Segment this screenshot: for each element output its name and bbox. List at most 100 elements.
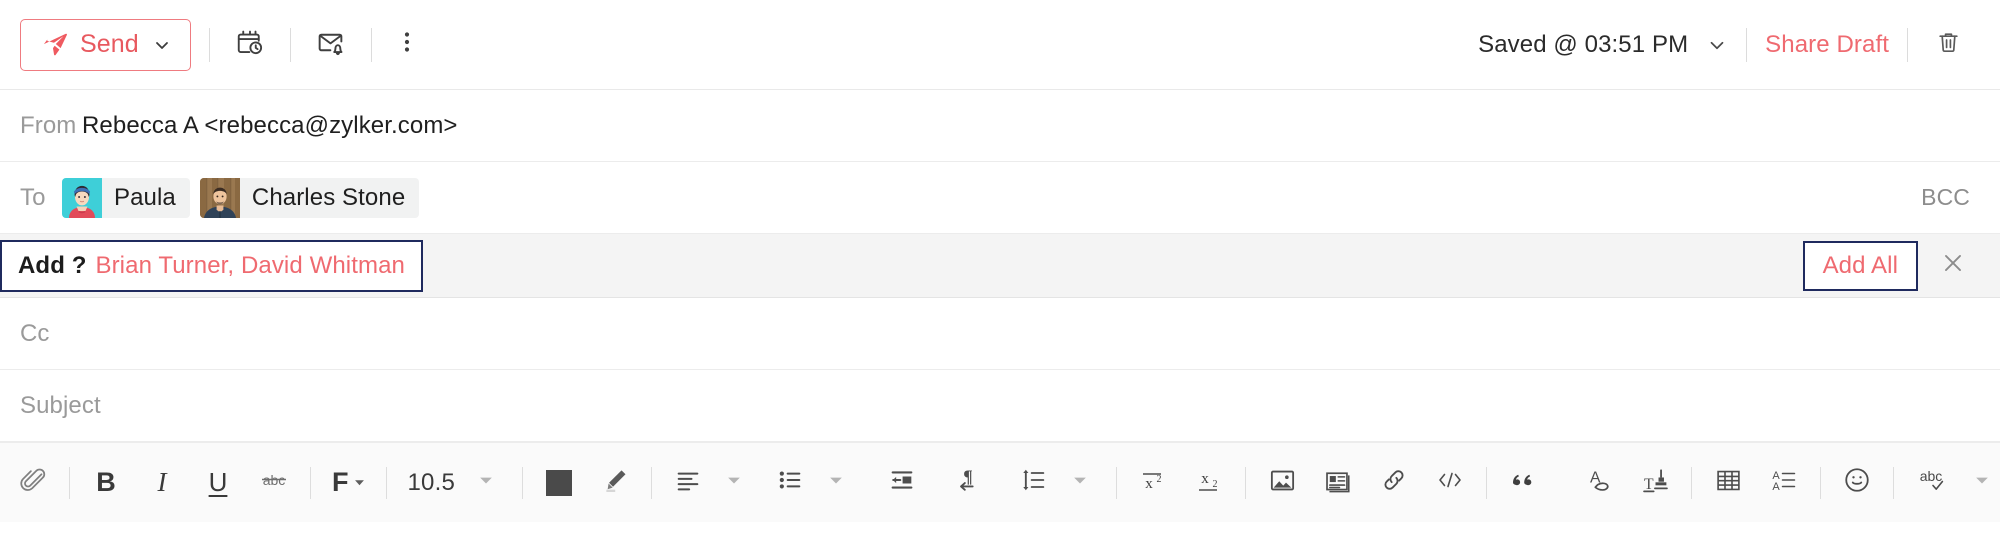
recipient-suggestion-bar: Add ? Brian Turner, David Whitman Add Al… <box>0 234 2000 298</box>
bullet-list-dropdown[interactable] <box>813 460 859 506</box>
send-chevron-down-icon[interactable] <box>152 35 172 55</box>
remove-format-button[interactable]: T <box>1632 460 1678 506</box>
trash-icon <box>1935 29 1962 61</box>
delete-draft-button[interactable] <box>1926 23 1970 67</box>
more-vertical-icon <box>396 29 418 60</box>
cc-input[interactable]: Cc <box>20 320 50 348</box>
toolbar-divider-5 <box>1907 27 1908 62</box>
font-size-dropdown[interactable] <box>463 460 509 506</box>
calendar-clock-icon <box>235 27 265 62</box>
insert-link-button[interactable] <box>1371 460 1417 506</box>
align-left-icon <box>674 466 702 499</box>
text-color-button[interactable] <box>536 460 582 506</box>
more-options-button[interactable] <box>390 23 424 67</box>
to-recipient-chips: Paula Charles Stone <box>62 177 420 218</box>
underline-label: U <box>208 467 228 497</box>
add-all-button[interactable]: Add All <box>1802 240 1918 291</box>
text-direction-button[interactable]: ¶ <box>945 460 991 506</box>
subject-row[interactable]: Subject <box>0 370 2000 442</box>
send-button[interactable]: Send <box>20 18 191 71</box>
dismiss-suggestion-button[interactable] <box>1936 249 1970 283</box>
align-dropdown[interactable] <box>711 460 757 506</box>
emoji-smiley-icon <box>1842 465 1872 500</box>
clear-formatting-button[interactable]: A <box>1576 460 1622 506</box>
outdent-icon <box>888 466 916 499</box>
composer-action-bar: Send Saved @ 03:51 PM Share Draft <box>0 0 2000 90</box>
font-size-button[interactable]: 10.5 <box>400 460 464 506</box>
text-color-swatch <box>546 469 573 496</box>
recipient-chip[interactable]: Charles Stone <box>199 177 420 218</box>
font-size-value: 10.5 <box>407 468 456 496</box>
spellcheck-button[interactable]: abc <box>1907 460 1959 506</box>
bullet-list-button[interactable] <box>767 460 813 506</box>
format-divider-1 <box>69 466 70 499</box>
line-spacing-button[interactable] <box>1011 460 1057 506</box>
svg-text:x: x <box>1201 471 1209 487</box>
format-divider-6 <box>1116 466 1118 499</box>
card-template-icon <box>1324 466 1353 500</box>
bcc-toggle[interactable]: BCC <box>1921 184 1970 211</box>
paper-plane-icon <box>41 31 69 59</box>
line-spacing-dropdown[interactable] <box>1057 460 1103 506</box>
subject-input[interactable]: Subject <box>20 392 101 420</box>
underline-button[interactable]: U <box>195 460 241 506</box>
blockquote-button[interactable] <box>1500 460 1546 506</box>
chevron-down-icon <box>1975 473 1989 492</box>
envelope-bell-icon <box>315 27 346 63</box>
strikethrough-button[interactable]: abc <box>251 460 297 506</box>
indent-button[interactable] <box>879 460 925 506</box>
recipient-chip[interactable]: Paula <box>62 177 190 218</box>
to-label: To <box>20 183 46 211</box>
align-left-button[interactable] <box>665 460 711 506</box>
italic-button[interactable]: I <box>139 460 185 506</box>
to-row[interactable]: To Paula Charles Stone BCC <box>0 162 2000 234</box>
spellcheck-icon: abc <box>1915 465 1951 500</box>
toolbar-divider-2 <box>289 27 291 62</box>
strikethrough-icon: abc <box>257 465 291 500</box>
format-divider-7 <box>1245 466 1247 499</box>
spellcheck-dropdown[interactable] <box>1959 460 2000 506</box>
svg-text:2: 2 <box>1157 474 1162 485</box>
email-composer: Send Saved @ 03:51 PM Share Draft From R… <box>0 0 2000 542</box>
superscript-icon: x 2 <box>1138 466 1168 499</box>
chevron-down-icon <box>1073 473 1087 492</box>
svg-text:T: T <box>1644 475 1654 492</box>
toolbar-divider-3 <box>370 27 372 62</box>
insert-table-button[interactable] <box>1705 460 1751 506</box>
schedule-send-button[interactable] <box>228 23 272 67</box>
insert-image-button[interactable] <box>1259 460 1305 506</box>
highlight-button[interactable] <box>592 460 638 506</box>
formatting-toolbar: B I U abc F 10.5 ¶ x 2 x 2 A T A A abc <box>0 442 2000 522</box>
image-icon <box>1268 466 1297 500</box>
emoji-button[interactable] <box>1834 460 1880 506</box>
recipient-name: Charles Stone <box>251 183 406 211</box>
format-divider-5 <box>651 466 653 499</box>
quote-icon <box>1509 467 1537 498</box>
cc-row[interactable]: Cc <box>0 298 2000 370</box>
suggestion-chip[interactable]: Add ? Brian Turner, David Whitman <box>0 239 423 292</box>
svg-text:abc: abc <box>1920 468 1943 484</box>
chevron-down-icon <box>829 473 843 492</box>
code-button[interactable] <box>1427 460 1473 506</box>
format-divider-4 <box>522 466 524 499</box>
text-styles-button[interactable]: A A <box>1761 460 1807 506</box>
table-icon <box>1714 466 1743 500</box>
insert-card-button[interactable] <box>1315 460 1361 506</box>
bold-button[interactable]: B <box>83 460 129 506</box>
chevron-down-icon <box>727 473 741 492</box>
bullet-list-icon <box>776 466 804 499</box>
svg-text:2: 2 <box>1213 479 1218 490</box>
set-reminder-button[interactable] <box>309 23 353 67</box>
saved-chevron-down-icon[interactable] <box>1706 34 1728 56</box>
format-divider-2 <box>310 466 311 499</box>
suggested-names[interactable]: Brian Turner, David Whitman <box>95 252 405 280</box>
from-value[interactable]: Rebecca A <rebecca@zylker.com> <box>82 112 458 140</box>
format-divider-3 <box>385 466 387 499</box>
attach-button[interactable] <box>10 460 56 506</box>
subscript-button[interactable]: x 2 <box>1186 460 1232 506</box>
share-draft-button[interactable]: Share Draft <box>1765 31 1889 59</box>
font-family-button[interactable]: F <box>324 460 373 506</box>
chevron-down-icon <box>354 477 365 488</box>
paragraph-direction-icon: ¶ <box>954 466 982 499</box>
superscript-button[interactable]: x 2 <box>1130 460 1176 506</box>
